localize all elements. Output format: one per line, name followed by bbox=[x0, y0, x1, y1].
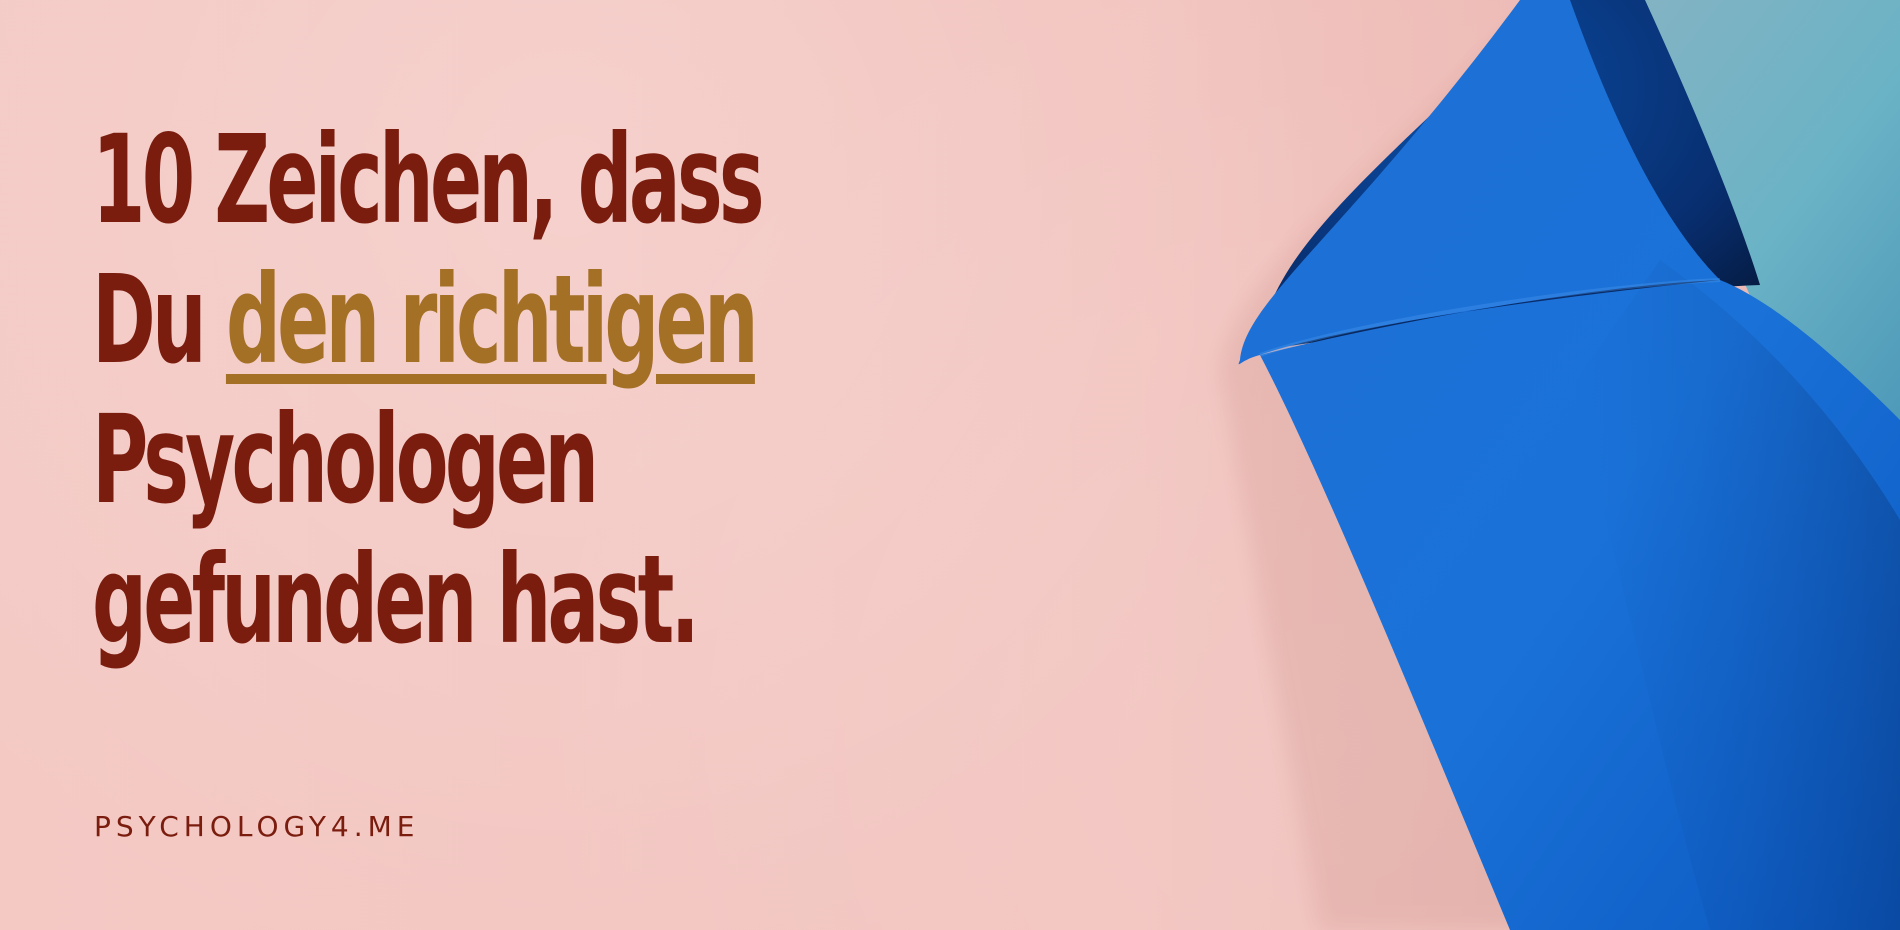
headline-line-3: Psychologen bbox=[92, 389, 599, 531]
headline-accent: den richtigen bbox=[225, 249, 759, 391]
headline-line-2: Du den richtigen bbox=[92, 249, 759, 391]
brand-label: PSYCHOLOGY4.ME bbox=[94, 810, 420, 843]
rolled-paper-illustration bbox=[1100, 0, 1900, 930]
headline-line-1: 10 Zeichen, dass bbox=[92, 109, 765, 251]
headline-line-4: gefunden hast. bbox=[92, 529, 700, 671]
headline-line-2-prefix: Du bbox=[92, 249, 207, 391]
headline: 10 Zeichen, dass Du den richtigen Psycho… bbox=[92, 109, 765, 671]
